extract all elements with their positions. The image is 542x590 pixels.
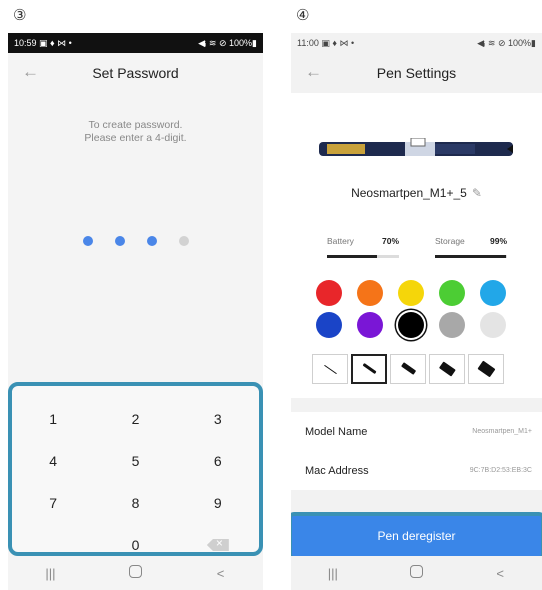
color-swatch-7[interactable] xyxy=(357,312,383,338)
pen-stats: Battery 70% Storage 99% xyxy=(327,236,507,258)
thickness-option-3[interactable] xyxy=(390,354,426,384)
home-button[interactable] xyxy=(121,565,151,581)
backspace-icon xyxy=(206,539,229,551)
smartpen-image xyxy=(319,138,513,156)
color-palette xyxy=(316,280,516,338)
status-bar: 10:59 ▣ ♦ ⋈ • ◀ᵢ ≋ ⊘ 100%▮ xyxy=(8,33,263,53)
notification-icons: ▣ ♦ ⋈ • xyxy=(39,37,72,48)
numeric-keypad: 1234567890 xyxy=(12,398,259,566)
set-password-screen: 10:59 ▣ ♦ ⋈ • ◀ᵢ ≋ ⊘ 100%▮ ← Set Passwor… xyxy=(8,33,263,590)
color-swatch-8[interactable] xyxy=(398,312,424,338)
battery-stat: Battery 70% xyxy=(327,236,399,258)
home-icon xyxy=(129,565,142,578)
home-button[interactable] xyxy=(401,565,431,581)
pen-name-text: Neosmartpen_M1+_5 xyxy=(351,186,467,200)
color-swatch-2[interactable] xyxy=(357,280,383,306)
pin-dot-filled xyxy=(146,236,157,246)
pin-dot-filled xyxy=(114,236,125,246)
pen-settings-screen: 11:00 ▣ ♦ ⋈ • ◀ᵢ ≋ ⊘ 100%▮ ← Pen Setting… xyxy=(291,33,542,590)
key-4[interactable]: 4 xyxy=(12,440,94,482)
system-icons: ◀ᵢ ≋ ⊘ 100%▮ xyxy=(198,37,257,48)
model-name-label: Model Name xyxy=(305,425,368,438)
app-bar: ← Set Password xyxy=(8,53,263,93)
pen-deregister-label: Pen deregister xyxy=(377,529,456,543)
pin-indicator xyxy=(8,236,263,246)
nav-back-button[interactable]: < xyxy=(485,566,515,581)
key-6[interactable]: 6 xyxy=(177,440,259,482)
app-bar: ← Pen Settings xyxy=(291,53,542,93)
recents-button[interactable]: ||| xyxy=(318,566,348,581)
pin-dot-filled xyxy=(82,236,93,246)
storage-bar xyxy=(435,255,507,258)
thickness-stroke-icon xyxy=(438,361,456,377)
thickness-stroke-icon xyxy=(361,363,377,375)
android-nav-bar: ||| < xyxy=(291,556,542,590)
thickness-selector xyxy=(312,354,504,384)
storage-stat: Storage 99% xyxy=(435,236,507,258)
key-3[interactable]: 3 xyxy=(177,398,259,440)
pen-deregister-button[interactable]: Pen deregister xyxy=(291,512,542,560)
key-8[interactable]: 8 xyxy=(94,482,176,524)
battery-bar-fill xyxy=(327,255,378,258)
battery-label: Battery xyxy=(327,236,354,246)
home-icon xyxy=(409,565,423,578)
color-swatch-10[interactable] xyxy=(480,312,506,338)
prompt-line-1: To create password. xyxy=(88,119,183,131)
android-nav-bar: ||| < xyxy=(8,556,263,590)
key-5[interactable]: 5 xyxy=(94,440,176,482)
model-name-value: Neosmartpen_M1+ xyxy=(472,428,532,435)
color-swatch-9[interactable] xyxy=(439,312,465,338)
prompt-line-2: Please enter a 4-digit. xyxy=(84,132,187,144)
password-prompt: To create password. Please enter a 4-dig… xyxy=(8,119,263,145)
back-arrow-icon[interactable]: ← xyxy=(22,62,39,82)
storage-value: 99% xyxy=(489,236,507,246)
color-swatch-6[interactable] xyxy=(316,312,342,338)
thickness-option-5[interactable] xyxy=(468,354,504,384)
storage-label: Storage xyxy=(435,236,465,246)
page-title: Pen Settings xyxy=(376,65,457,81)
key-7[interactable]: 7 xyxy=(12,482,94,524)
mac-address-row: Mac Address 9C:7B:D2:53:EB:3C xyxy=(291,451,542,490)
page-title: Set Password xyxy=(92,65,179,81)
model-name-row: Model Name Neosmartpen_M1+ xyxy=(291,412,542,451)
thickness-option-2[interactable] xyxy=(351,354,387,384)
thickness-option-1[interactable] xyxy=(312,354,348,384)
notification-icons: ▣ ♦ ⋈ • xyxy=(321,37,355,48)
battery-value: 70% xyxy=(381,236,399,246)
back-arrow-icon[interactable]: ← xyxy=(305,62,322,82)
mac-address-value: 9C:7B:D2:53:EB:3C xyxy=(469,467,532,474)
system-icons: ◀ᵢ ≋ ⊘ 100%▮ xyxy=(477,37,536,48)
thickness-stroke-icon xyxy=(323,364,337,374)
key-1[interactable]: 1 xyxy=(12,398,94,440)
pen-name: Neosmartpen_M1+_5 ✎ xyxy=(291,186,542,200)
color-swatch-4[interactable] xyxy=(439,280,465,306)
status-time: 10:59 xyxy=(14,37,37,48)
thickness-option-4[interactable] xyxy=(429,354,465,384)
thickness-stroke-icon xyxy=(477,360,495,378)
key-2[interactable]: 2 xyxy=(94,398,176,440)
color-swatch-1[interactable] xyxy=(316,280,342,306)
keypad-highlight: 1234567890 xyxy=(8,382,263,556)
pen-info-card: Neosmartpen_M1+_5 ✎ Battery 70% Storage 99% xyxy=(291,93,542,398)
thickness-stroke-icon xyxy=(400,362,416,376)
color-swatch-3[interactable] xyxy=(398,280,424,306)
status-time: 11:00 xyxy=(297,37,319,48)
edit-pencil-icon[interactable]: ✎ xyxy=(472,186,482,200)
battery-bar xyxy=(327,255,399,258)
step-number-3: ③ xyxy=(13,7,27,24)
pin-dot-empty xyxy=(178,236,189,246)
mac-address-label: Mac Address xyxy=(305,464,369,477)
color-swatch-5[interactable] xyxy=(480,280,506,306)
key-9[interactable]: 9 xyxy=(177,482,259,524)
recents-button[interactable]: ||| xyxy=(36,566,66,581)
status-bar: 11:00 ▣ ♦ ⋈ • ◀ᵢ ≋ ⊘ 100%▮ xyxy=(291,33,542,53)
pen-details: Model Name Neosmartpen_M1+ Mac Address 9… xyxy=(291,412,542,490)
step-number-4: ④ xyxy=(296,7,310,24)
storage-bar-fill xyxy=(435,255,507,258)
nav-back-button[interactable]: < xyxy=(206,566,236,581)
